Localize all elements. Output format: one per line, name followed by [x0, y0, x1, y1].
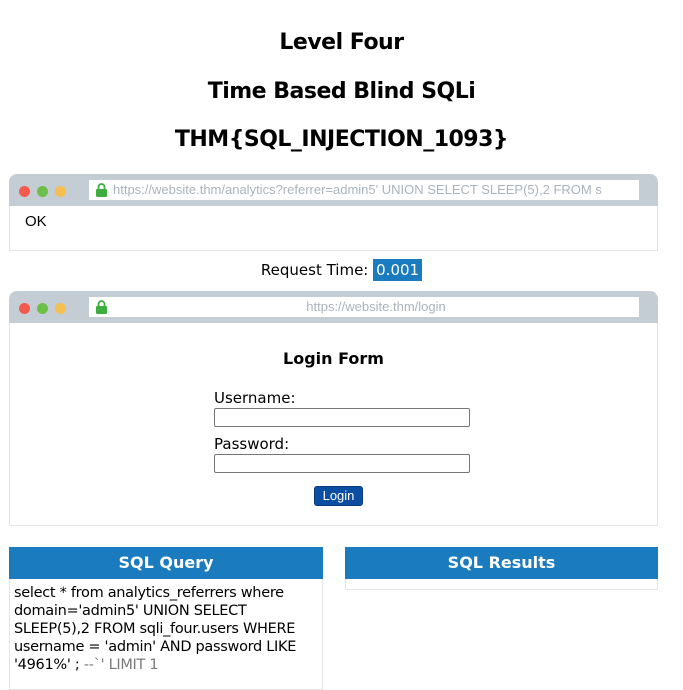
address-bar[interactable]: https://website.thm/analytics?referrer=a… [89, 180, 639, 200]
browser-content: OK [9, 206, 658, 251]
sql-query-panel: SQL Query select * from analytics_referr… [9, 547, 323, 690]
analytics-browser-window: https://website.thm/analytics?referrer=a… [9, 174, 658, 251]
request-time-value: 0.001 [373, 259, 423, 281]
request-time: Request Time: 0.001 [0, 259, 683, 281]
login-browser-window: https://website.thm/login Login Form Use… [9, 291, 658, 526]
login-page-content: Login Form Username: Password: Login [9, 323, 658, 526]
password-label: Password: [214, 435, 290, 453]
response-text: OK [25, 213, 47, 230]
sql-query-header: SQL Query [9, 547, 323, 579]
username-input[interactable] [214, 408, 470, 427]
sql-results-body [345, 579, 658, 590]
browser-toolbar: https://website.thm/login [9, 291, 658, 323]
username-label: Username: [214, 389, 296, 407]
request-time-label: Request Time: [260, 261, 369, 279]
lock-icon [96, 183, 107, 197]
sql-query-text: select * from analytics_referrers where … [10, 579, 322, 674]
login-button[interactable]: Login [314, 486, 363, 506]
maximize-dot-icon [55, 303, 66, 314]
password-input[interactable] [214, 454, 470, 473]
challenge-subtitle: Time Based Blind SQLi [207, 79, 476, 104]
sql-query-body: select * from analytics_referrers where … [9, 579, 323, 690]
browser-toolbar: https://website.thm/analytics?referrer=a… [9, 174, 658, 206]
level-heading: Level Four [279, 30, 404, 55]
minimize-dot-icon [37, 303, 48, 314]
sql-results-header: SQL Results [345, 547, 658, 579]
sql-query-comment: --`' LIMIT 1 [79, 657, 159, 673]
address-bar[interactable]: https://website.thm/login [89, 297, 639, 317]
close-dot-icon [19, 303, 30, 314]
close-dot-icon [19, 186, 30, 197]
maximize-dot-icon [55, 186, 66, 197]
address-url: https://website.thm/login [306, 299, 446, 314]
minimize-dot-icon [37, 186, 48, 197]
sql-results-panel: SQL Results [345, 547, 658, 590]
flag-text: THM{SQL_INJECTION_1093} [174, 127, 509, 152]
login-form-title: Login Form [283, 349, 384, 368]
address-url: https://website.thm/analytics?referrer=a… [113, 182, 602, 197]
lock-icon [96, 300, 107, 314]
